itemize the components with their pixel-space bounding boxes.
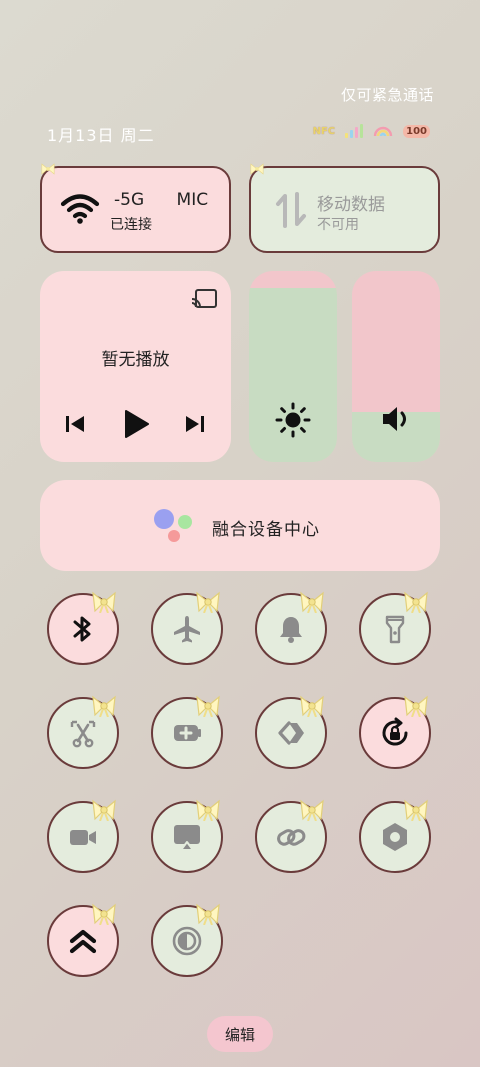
airplane-icon bbox=[174, 616, 200, 643]
bow-icon bbox=[92, 591, 116, 613]
bow-icon bbox=[196, 903, 220, 925]
bow-icon bbox=[404, 799, 428, 821]
mobile-data-tile[interactable]: 移动数据 不可用 bbox=[249, 163, 440, 253]
next-track-icon[interactable] bbox=[184, 414, 206, 434]
bow-icon bbox=[300, 799, 324, 821]
bell-icon bbox=[280, 617, 302, 643]
flashlight-icon bbox=[385, 615, 405, 644]
bow-icon bbox=[300, 591, 324, 613]
bow-icon bbox=[92, 903, 116, 925]
mobile-data-status: 不可用 bbox=[317, 217, 359, 233]
bow-icon bbox=[196, 799, 220, 821]
bow-icon bbox=[92, 695, 116, 717]
nfc-icon: NFC bbox=[312, 125, 336, 137]
share-icon bbox=[278, 721, 304, 745]
scissors-icon bbox=[70, 720, 96, 748]
hexagon-icon bbox=[383, 823, 407, 851]
wifi-tile[interactable]: -5G MIC 已连接 bbox=[40, 163, 231, 253]
emergency-call-only-text: 仅可紧急通话 bbox=[340, 86, 434, 104]
bow-icon bbox=[250, 163, 264, 175]
contrast-icon bbox=[172, 926, 202, 956]
bow-icon bbox=[196, 695, 220, 717]
link-icon bbox=[277, 829, 306, 846]
volume-icon bbox=[383, 407, 406, 431]
signal-bars-icon bbox=[345, 124, 364, 138]
media-title: 暂无播放 bbox=[101, 350, 170, 370]
previous-track-icon[interactable] bbox=[64, 414, 86, 434]
rotation-lock-icon bbox=[382, 717, 408, 746]
bow-icon bbox=[196, 591, 220, 613]
mobile-data-icon bbox=[276, 192, 306, 228]
play-icon[interactable] bbox=[122, 408, 150, 440]
brightness-icon bbox=[275, 402, 311, 438]
bow-icon bbox=[41, 163, 55, 175]
rainbow-icon bbox=[373, 126, 393, 137]
date-label: 1月13日 周二 bbox=[47, 126, 155, 145]
battery-plus-icon bbox=[174, 725, 201, 741]
bluetooth-icon bbox=[73, 616, 91, 642]
wifi-network-name: -5G MIC bbox=[114, 190, 209, 210]
status-icons: NFC 100 bbox=[313, 124, 430, 138]
wifi-status: 已连接 bbox=[110, 217, 152, 233]
bow-icon bbox=[404, 591, 428, 613]
brightness-slider[interactable] bbox=[249, 271, 337, 462]
edit-button[interactable]: 编辑 bbox=[207, 1016, 273, 1052]
bow-icon bbox=[92, 799, 116, 821]
cast-icon[interactable] bbox=[190, 287, 218, 311]
battery-icon: 100 bbox=[403, 124, 430, 138]
device-center-icon bbox=[154, 509, 192, 542]
mobile-data-label: 移动数据 bbox=[317, 195, 385, 215]
bow-icon bbox=[300, 695, 324, 717]
double-chevron-up-icon bbox=[69, 929, 97, 954]
device-center-label: 融合设备中心 bbox=[212, 520, 320, 540]
camera-icon bbox=[70, 830, 96, 845]
cast-icon bbox=[174, 825, 200, 851]
volume-slider[interactable] bbox=[352, 271, 440, 462]
wifi-icon bbox=[60, 194, 100, 224]
bow-icon bbox=[404, 695, 428, 717]
